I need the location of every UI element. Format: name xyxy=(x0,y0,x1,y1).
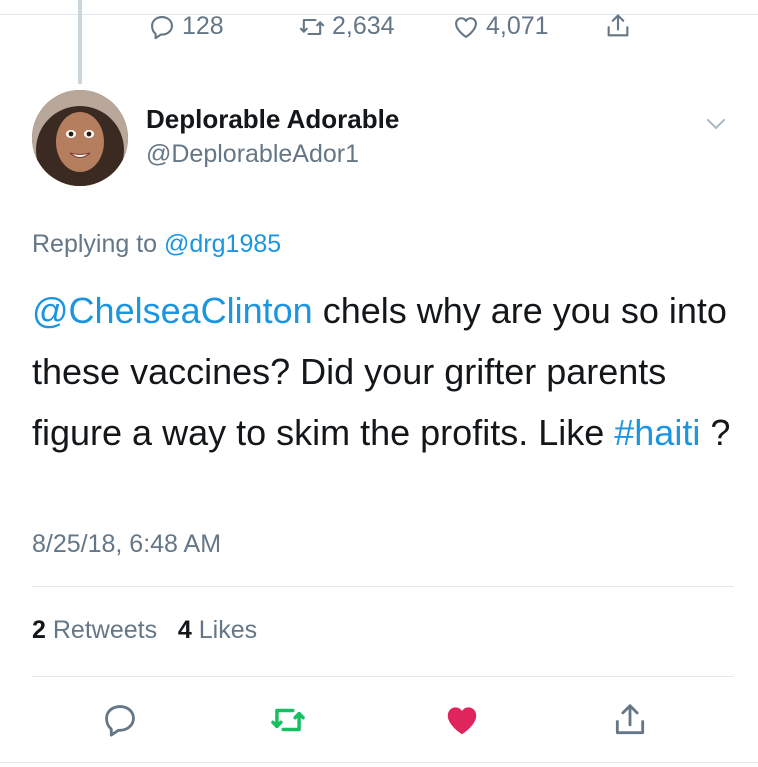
previous-like-button[interactable]: 4,071 xyxy=(452,12,549,41)
retweets-stat[interactable]: 2 Retweets xyxy=(32,616,157,644)
tweet-body-end: ? xyxy=(700,412,731,453)
likes-stat[interactable]: 4 Likes xyxy=(178,616,257,644)
retweet-icon xyxy=(299,18,325,35)
hashtag-link[interactable]: #haiti xyxy=(614,412,700,453)
author-handle[interactable]: @DeplorableAdor1 xyxy=(146,140,359,169)
stats-divider-top xyxy=(32,586,734,587)
tweet-timestamp: 8/25/18, 6:48 AM xyxy=(32,530,222,558)
retweets-label: Retweets xyxy=(52,616,158,644)
chevron-down-icon xyxy=(707,119,725,129)
stats-divider-bottom xyxy=(32,676,734,677)
bottom-divider xyxy=(0,762,758,763)
heart-icon xyxy=(447,707,477,735)
previous-like-count: 4,071 xyxy=(486,12,549,40)
reply-icon xyxy=(105,705,135,737)
retweets-count: 2 xyxy=(32,616,46,644)
tweet-menu-button[interactable] xyxy=(704,112,728,136)
share-button[interactable] xyxy=(610,700,650,740)
replying-to: Replying to @drg1985 xyxy=(32,230,281,259)
share-icon xyxy=(615,704,645,735)
replying-to-label: Replying to xyxy=(32,230,158,258)
tweet-text: @ChelseaClinton chels why are you so int… xyxy=(32,280,732,463)
avatar[interactable] xyxy=(32,90,128,186)
previous-reply-count: 128 xyxy=(182,12,224,40)
retweet-button[interactable] xyxy=(268,700,308,740)
previous-tweet-actions: 128 2,634 4,071 xyxy=(0,12,758,48)
avatar-image xyxy=(32,90,128,186)
likes-count: 4 xyxy=(177,616,192,644)
author-name[interactable]: Deplorable Adorable xyxy=(146,104,399,135)
tweet-mention-link[interactable]: @ChelseaClinton xyxy=(32,290,313,331)
reply-button[interactable] xyxy=(100,700,140,740)
like-button[interactable] xyxy=(442,700,482,740)
previous-retweet-count: 2,634 xyxy=(332,12,395,40)
heart-icon xyxy=(455,16,477,38)
retweet-icon xyxy=(271,708,305,732)
previous-share-button[interactable] xyxy=(604,12,638,40)
previous-reply-button[interactable]: 128 xyxy=(148,12,224,41)
tweet-action-bar xyxy=(0,700,758,744)
reply-icon xyxy=(151,15,173,39)
previous-retweet-button[interactable]: 2,634 xyxy=(298,12,395,41)
likes-label: Likes xyxy=(198,616,258,644)
replying-to-mention[interactable]: @drg1985 xyxy=(164,230,281,258)
share-icon xyxy=(607,14,629,37)
tweet-stats: 2 Retweets 4 Likes xyxy=(32,616,257,645)
